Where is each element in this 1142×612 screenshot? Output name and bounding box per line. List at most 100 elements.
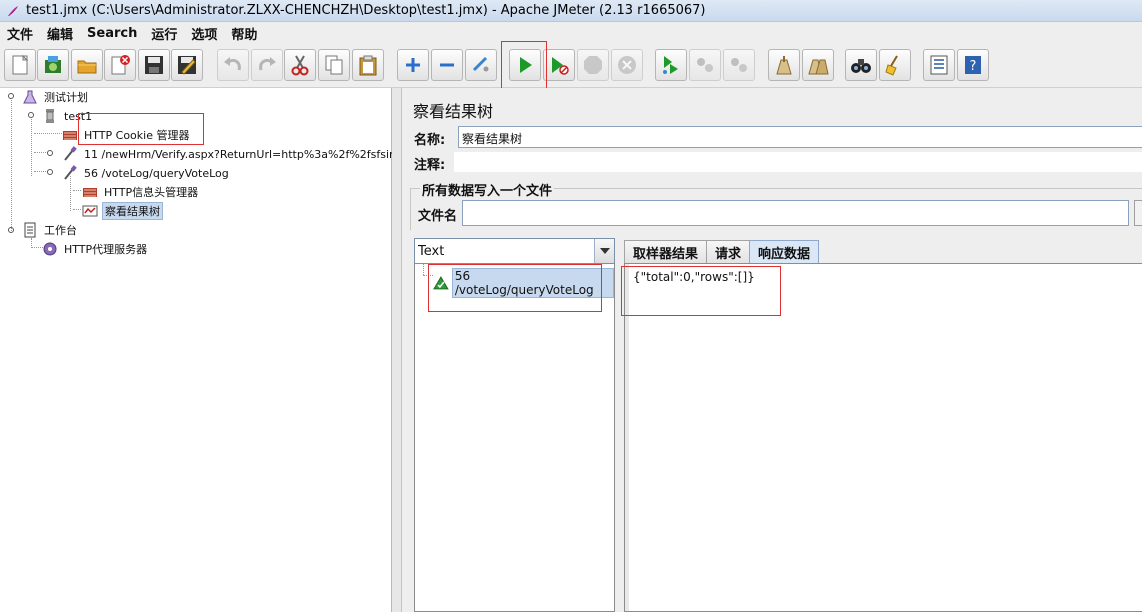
- reset-search-button[interactable]: [879, 49, 911, 81]
- success-triangle-icon: [433, 276, 449, 290]
- undo-icon: [224, 57, 241, 71]
- tree-node-label: 工作台: [44, 224, 77, 237]
- results-tree-panel: 察看结果树 名称: 察看结果树 注释: 所有数据写入一个文件 文件名 Text …: [402, 88, 1142, 612]
- expand-toggle-icon[interactable]: [46, 149, 54, 157]
- start-no-pauses-button[interactable]: [543, 49, 575, 81]
- tree-node-label: 56 /voteLog/queryVoteLog: [84, 166, 229, 180]
- start-icon: [520, 57, 532, 73]
- tab-response-data[interactable]: 响应数据: [749, 240, 820, 263]
- menu-run[interactable]: 运行: [144, 24, 184, 43]
- close-icon: [111, 55, 130, 75]
- menu-edit[interactable]: 编辑: [40, 24, 80, 43]
- cut-button[interactable]: [284, 49, 316, 81]
- toggle-icon: [472, 56, 489, 72]
- collapse-toggle-icon[interactable]: [27, 111, 35, 119]
- stop-button[interactable]: [577, 49, 609, 81]
- svg-text:?: ?: [970, 59, 977, 74]
- tree-node-cookie-manager[interactable]: HTTP Cookie 管理器: [62, 126, 191, 144]
- collapse-icon: [440, 63, 454, 67]
- templates-button[interactable]: [37, 49, 69, 81]
- search-icon: [851, 59, 871, 73]
- menu-search[interactable]: Search: [80, 26, 144, 41]
- collapse-toggle-icon[interactable]: [46, 168, 54, 176]
- remote-start-icon: [663, 56, 678, 74]
- remote-start-button[interactable]: [655, 49, 687, 81]
- gear-icon: [43, 242, 57, 256]
- collapse-all-button[interactable]: [431, 49, 463, 81]
- new-button[interactable]: [4, 49, 36, 81]
- dropdown-arrow-icon[interactable]: [594, 239, 614, 263]
- tree-node-label: 11 /newHrm/Verify.aspx?ReturnUrl=http%3a…: [84, 147, 426, 161]
- panel-splitter[interactable]: [392, 88, 402, 612]
- menu-file[interactable]: 文件: [0, 24, 40, 43]
- clipboard-icon: [24, 222, 36, 238]
- tab-request[interactable]: 请求: [706, 240, 751, 263]
- write-to-file-group-label: 所有数据写入一个文件: [420, 180, 555, 199]
- menu-help[interactable]: 帮助: [224, 24, 264, 43]
- response-data-view[interactable]: {"total":0,"rows":[]}: [624, 263, 1142, 612]
- name-label: 名称:: [414, 133, 446, 148]
- toggle-button[interactable]: [465, 49, 497, 81]
- jmeter-feather-icon: [8, 5, 18, 16]
- sample-results-list[interactable]: 56 /voteLog/queryVoteLog: [414, 264, 615, 612]
- save-icon: [145, 56, 163, 74]
- tree-node-label: 察看结果树: [102, 202, 163, 220]
- tab-sampler-result[interactable]: 取样器结果: [624, 240, 708, 263]
- copy-icon: [325, 55, 343, 75]
- tree-node-label: test1: [64, 109, 93, 123]
- collapse-toggle-icon[interactable]: [7, 92, 15, 100]
- test-plan-tree[interactable]: 测试计划 test1 HTTP Cookie 管理器 11 /newHrm/Ve…: [0, 88, 425, 612]
- new-icon: [12, 54, 29, 75]
- expand-all-button[interactable]: [397, 49, 429, 81]
- menu-bar: 文件 编辑 Search 运行 选项 帮助: [0, 22, 1142, 44]
- tree-node-sampler-56[interactable]: 56 /voteLog/queryVoteLog: [62, 164, 231, 182]
- tree-node-workbench[interactable]: 工作台: [22, 221, 79, 239]
- sample-result-item[interactable]: 56 /voteLog/queryVoteLog: [433, 268, 614, 298]
- tree-node-sampler-11[interactable]: 11 /newHrm/Verify.aspx?ReturnUrl=http%3a…: [62, 145, 427, 163]
- redo-button[interactable]: [251, 49, 283, 81]
- save-button[interactable]: [138, 49, 170, 81]
- tree-node-proxy-server[interactable]: HTTP代理服务器: [42, 240, 149, 258]
- menu-options[interactable]: 选项: [184, 24, 224, 43]
- remote-exit-button[interactable]: [723, 49, 755, 81]
- filename-field[interactable]: [462, 200, 1129, 226]
- save-as-button[interactable]: [171, 49, 203, 81]
- renderer-select[interactable]: Text: [414, 238, 615, 264]
- start-button[interactable]: [509, 49, 541, 81]
- collapse-toggle-icon[interactable]: [7, 226, 15, 234]
- tree-node-label: HTTP Cookie 管理器: [84, 129, 190, 142]
- tree-node-results-tree[interactable]: 察看结果树: [82, 202, 163, 220]
- comment-field[interactable]: [454, 152, 1142, 172]
- clear-all-button[interactable]: [802, 49, 834, 81]
- renderer-value: Text: [418, 243, 445, 259]
- copy-button[interactable]: [318, 49, 350, 81]
- paste-button[interactable]: [352, 49, 384, 81]
- clear-button[interactable]: [768, 49, 800, 81]
- help-button[interactable]: ?: [957, 49, 989, 81]
- undo-button[interactable]: [217, 49, 249, 81]
- close-button[interactable]: [104, 49, 136, 81]
- filename-label: 文件名: [418, 209, 458, 224]
- clear-all-icon: [808, 59, 829, 75]
- tree-node-label: HTTP信息头管理器: [104, 186, 199, 199]
- tree-node-test-plan[interactable]: 测试计划: [22, 88, 90, 106]
- redo-icon: [259, 57, 276, 71]
- name-field[interactable]: 察看结果树: [458, 126, 1142, 148]
- function-helper-button[interactable]: [923, 49, 955, 81]
- remote-stop-button[interactable]: [689, 49, 721, 81]
- spool-icon: [46, 109, 54, 123]
- response-body: {"total":0,"rows":[]}: [633, 270, 755, 284]
- templates-icon: [45, 56, 61, 73]
- response-gutter: [625, 264, 629, 611]
- shutdown-icon: [618, 56, 636, 74]
- tree-node-thread-group[interactable]: test1: [42, 107, 94, 125]
- tree-node-header-manager[interactable]: HTTP信息头管理器: [82, 183, 200, 201]
- config-element-icon: [83, 188, 97, 197]
- function-helper-icon: [930, 55, 948, 75]
- open-button[interactable]: [71, 49, 103, 81]
- search-button[interactable]: [845, 49, 877, 81]
- window-title: test1.jmx (C:\Users\Administrator.ZLXX-C…: [26, 3, 706, 18]
- start-no-pauses-icon: [552, 57, 569, 75]
- shutdown-button[interactable]: [611, 49, 643, 81]
- browse-button[interactable]: [1134, 200, 1142, 226]
